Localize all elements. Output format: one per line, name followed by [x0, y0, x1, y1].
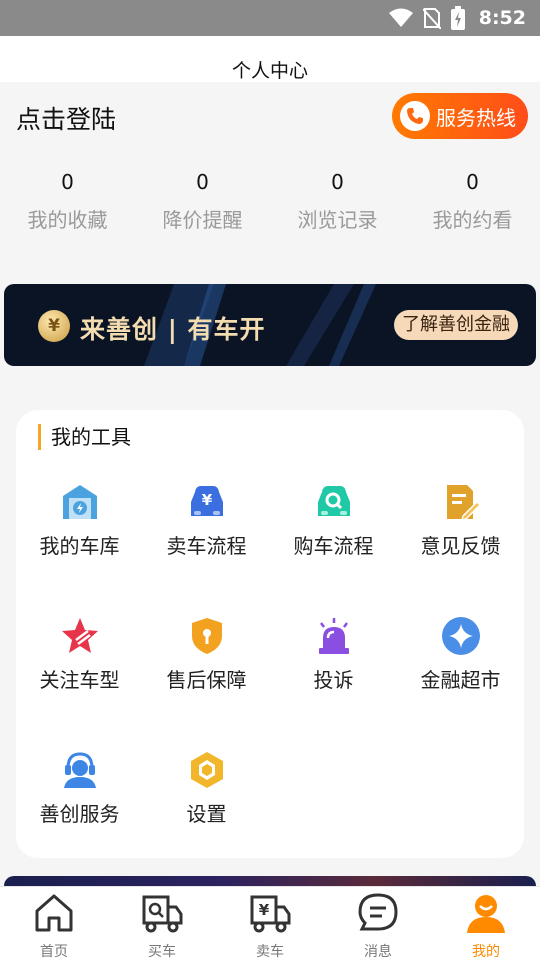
tool-label: 售后保障	[166, 668, 247, 692]
stat-price-alerts[interactable]: 0 降价提醒	[135, 168, 270, 233]
stat-label: 浏览记录	[297, 208, 378, 232]
tool-label: 金融超市	[420, 668, 501, 692]
svg-text:¥: ¥	[259, 901, 270, 919]
tab-home[interactable]: 首页	[0, 887, 108, 960]
message-icon	[356, 891, 400, 935]
tool-buy-car-process[interactable]: 购车流程	[270, 482, 397, 559]
garage-icon	[60, 482, 100, 522]
stat-value: 0	[196, 170, 209, 194]
tool-label: 购车流程	[293, 534, 374, 558]
tool-label: 设置	[186, 802, 227, 826]
tool-label: 意见反馈	[420, 534, 501, 558]
banner-cta-button[interactable]: 了解善创金融	[394, 310, 518, 340]
tool-label: 关注车型	[39, 668, 120, 692]
stats-row: 0 我的收藏 0 降价提醒 0 浏览记录 0 我的约看	[0, 168, 540, 233]
tab-label: 卖车	[256, 944, 284, 960]
status-bar: 8:52	[0, 0, 540, 36]
settings-icon	[187, 750, 227, 790]
tool-label: 善创服务	[39, 802, 120, 826]
stat-favorites[interactable]: 0 我的收藏	[0, 168, 135, 233]
tool-followed-models[interactable]: 关注车型	[16, 616, 143, 693]
sell-truck-icon: ¥	[248, 891, 292, 935]
stat-value: 0	[61, 170, 74, 194]
stat-label: 我的收藏	[27, 208, 108, 232]
stat-value: 0	[466, 170, 479, 194]
tool-sell-car-process[interactable]: ¥ 卖车流程	[143, 482, 270, 559]
tool-feedback[interactable]: 意见反馈	[397, 482, 524, 559]
banner-slogan: 来善创 | 有车开	[80, 315, 266, 344]
star-icon	[60, 616, 100, 656]
login-link[interactable]: 点击登陆	[16, 100, 116, 136]
buy-car-icon	[314, 482, 354, 522]
finance-icon	[441, 616, 481, 656]
tab-label: 买车	[148, 944, 176, 960]
service-hotline-button[interactable]: 服务热线	[392, 93, 528, 139]
tools-heading: 我的工具	[38, 424, 131, 450]
page-title: 个人中心	[231, 60, 308, 82]
tool-settings[interactable]: 设置	[143, 750, 270, 827]
shield-icon	[187, 616, 227, 656]
tool-complaint[interactable]: 投诉	[270, 616, 397, 693]
tool-finance-market[interactable]: 金融超市	[397, 616, 524, 693]
hotline-label: 服务热线	[436, 105, 516, 130]
coin-icon: ¥	[38, 310, 70, 342]
alarm-icon	[314, 616, 354, 656]
title-bar: 个人中心	[0, 36, 540, 82]
home-icon	[32, 891, 76, 935]
tool-label: 卖车流程	[166, 534, 247, 558]
wifi-icon	[388, 8, 413, 28]
tab-buy[interactable]: 买车	[108, 887, 216, 960]
tab-sell[interactable]: ¥ 卖车	[216, 887, 324, 960]
tab-label: 我的	[472, 944, 500, 960]
stat-label: 降价提醒	[162, 208, 243, 232]
my-tools-card: 我的工具 我的车库 ¥ 卖车流程 购车流程 意见反馈 关注车型 售后保障 投诉 …	[16, 410, 524, 858]
sell-car-icon: ¥	[187, 482, 227, 522]
profile-icon	[464, 891, 508, 935]
stat-appointments[interactable]: 0 我的约看	[405, 168, 540, 233]
tab-mine[interactable]: 我的	[432, 887, 540, 960]
battery-charging-icon	[450, 6, 465, 30]
customer-service-icon	[60, 750, 100, 790]
phone-icon	[400, 101, 430, 131]
status-time: 8:52	[478, 7, 526, 29]
svg-text:¥: ¥	[201, 491, 212, 509]
stat-value: 0	[331, 170, 344, 194]
tab-messages[interactable]: 消息	[324, 887, 432, 960]
feedback-icon	[441, 482, 481, 522]
tool-service[interactable]: 善创服务	[16, 750, 143, 827]
buy-truck-icon	[140, 891, 184, 935]
tab-label: 消息	[364, 944, 392, 960]
tab-label: 首页	[40, 944, 68, 960]
finance-banner[interactable]: ¥ 来善创 | 有车开 了解善创金融	[4, 284, 536, 366]
stat-label: 我的约看	[432, 208, 513, 232]
tool-label: 投诉	[313, 668, 354, 692]
stat-browse-history[interactable]: 0 浏览记录	[270, 168, 405, 233]
tool-label: 我的车库	[39, 534, 120, 558]
no-sim-icon	[422, 7, 441, 29]
tool-my-garage[interactable]: 我的车库	[16, 482, 143, 559]
tool-after-sales[interactable]: 售后保障	[143, 616, 270, 693]
bottom-tab-bar: 首页 买车 ¥ 卖车 消息 我的	[0, 886, 540, 960]
